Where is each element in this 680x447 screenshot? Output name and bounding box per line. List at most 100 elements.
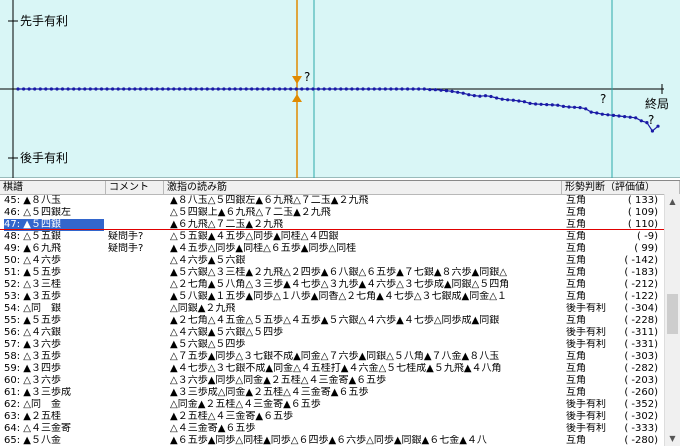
eval-point	[450, 89, 454, 93]
move-row[interactable]: 62: △同 金 △同金▲２五桂△４三金寄▲６五歩 後手有利 ( -352)	[0, 399, 664, 411]
move-row[interactable]: 48: △５五銀 疑問手? △５五銀▲４五歩△同歩▲同桂△４四銀 互角 ( -9)	[0, 231, 664, 243]
move-cell: 54: △同 銀	[4, 303, 61, 314]
eval-point	[177, 87, 181, 91]
eval-point	[478, 94, 482, 98]
vertical-scrollbar[interactable]: ▲ ▼	[664, 194, 680, 446]
score-cell: ( -311)	[624, 327, 658, 338]
eval-point	[266, 87, 270, 91]
col-header-reading[interactable]: 激指の読み筋	[164, 181, 562, 195]
score-cell: ( -203)	[624, 375, 658, 386]
eval-point	[116, 87, 120, 91]
eval-graph-canvas[interactable]: 先手有利 後手有利 終局 ? ? ?	[0, 0, 680, 178]
move-row[interactable]: 61: ▲３三歩成 ▲３三歩成△同金▲２五桂△４三金寄▲６五歩 互角 ( -260)	[0, 387, 664, 399]
eval-cell: 後手有利	[566, 303, 606, 314]
eval-point	[194, 87, 198, 91]
eval-points	[16, 87, 660, 133]
eval-point	[528, 101, 532, 105]
eval-point	[556, 103, 560, 107]
move-cell: 55: ▲５五歩	[4, 315, 61, 326]
col-header-comment[interactable]: コメント	[106, 181, 164, 195]
eval-point	[27, 87, 31, 91]
move-row[interactable]: 58: △３五歩 △７五歩▲同歩△３七銀不成▲同金△７六歩▲同銀△５八角▲７八金▲…	[0, 351, 664, 363]
eval-point	[211, 87, 215, 91]
move-cell: 57: ▲３六歩	[4, 339, 61, 350]
move-row[interactable]: 55: ▲５五歩 ▲２七角△４五金△５五歩△４五歩▲５六銀△４六歩▲４七歩△同歩成…	[0, 315, 664, 327]
move-row[interactable]: 54: △同 銀 △同銀▲２九飛 後手有利 ( -304)	[0, 303, 664, 315]
score-cell: ( 133)	[627, 195, 658, 206]
eval-cell: 互角	[566, 267, 586, 278]
eval-graph[interactable]: 先手有利 後手有利 終局 ? ? ?	[0, 0, 680, 178]
eval-point	[133, 87, 137, 91]
eval-point	[150, 87, 154, 91]
eval-point	[272, 87, 276, 91]
eval-point	[500, 97, 504, 101]
move-row[interactable]: 53: ▲３五歩 ▲５八銀▲１五歩▲同歩△１八歩▲同香△２七角▲４七歩△３七銀成▲…	[0, 291, 664, 303]
eval-point	[188, 87, 193, 91]
eval-cell: 互角	[566, 243, 586, 254]
move-cell: 56: △４六銀	[4, 327, 61, 338]
scroll-up-icon[interactable]: ▲	[665, 194, 680, 209]
eval-point	[138, 87, 142, 91]
score-cell: ( -260)	[624, 387, 658, 398]
score-cell: ( -9)	[637, 231, 658, 242]
reading-cell: △４六歩▲５六銀	[170, 255, 246, 266]
move-row[interactable]: 49: ▲６九飛 疑問手? ▲４五歩△同歩▲同桂△６五歩▲同歩△同桂 互角 ( 99)	[0, 243, 664, 255]
col-header-eval[interactable]: 形勢判断（評価値）	[562, 181, 680, 195]
move-row[interactable]: 50: △４六歩 △４六歩▲５六銀 互角 ( -142)	[0, 255, 664, 267]
eval-point	[550, 103, 554, 107]
eval-point	[222, 87, 226, 91]
eval-point	[422, 87, 426, 91]
eval-point	[255, 87, 259, 91]
move-row[interactable]: 51: ▲５五歩 ▲５六銀△３三桂▲２九飛△２四歩▲６八銀△６五歩▲７七銀▲８六歩…	[0, 267, 664, 279]
eval-point	[339, 87, 343, 91]
eval-point	[300, 87, 304, 91]
reading-cell: ▲８八玉△５四銀左▲６九飛△７二玉▲２九飛	[170, 195, 369, 206]
score-cell: ( -122)	[624, 291, 658, 302]
eval-point	[439, 88, 443, 92]
move-row[interactable]: 60: △３六歩 △３六歩▲同歩△同金▲２五桂△４三金寄▲６五歩 互角 ( -203)	[0, 375, 664, 387]
move-row[interactable]: 46: △５四銀左 △５四銀上▲６九飛△７二玉▲２九飛 互角 ( 109)	[0, 207, 664, 219]
eval-point	[66, 87, 70, 91]
scroll-thumb[interactable]	[667, 294, 678, 334]
eval-point	[417, 87, 421, 91]
eval-point	[444, 89, 449, 93]
reading-cell: ▲２五桂△４三金寄▲６五歩	[170, 411, 294, 422]
move-row[interactable]: 59: ▲３四歩 ▲４七歩△３七銀不成▲同金△４五桂打▲４六金△５七桂成▲５九飛▲…	[0, 363, 664, 375]
move-rows[interactable]: 45: ▲８八玉 ▲８八玉△５四銀左▲６九飛△７二玉▲２九飛 互角( 133) 46:…	[0, 195, 664, 447]
eval-point	[539, 102, 543, 106]
eval-point	[261, 87, 265, 91]
move-row[interactable]: 57: ▲３六歩 ▲５六銀△５四歩 後手有利 ( -331)	[0, 339, 664, 351]
eval-point	[372, 87, 376, 91]
eval-point	[183, 87, 187, 91]
move-row[interactable]: 64: △４三金寄 △４三金寄▲６五歩 後手有利 ( -333)	[0, 423, 664, 435]
eval-point	[400, 87, 404, 91]
move-list[interactable]: 棋譜 コメント 激指の読み筋 形勢判断（評価値） 45: ▲８八玉 ▲８八玉△５四…	[0, 180, 680, 446]
move-row[interactable]: 52: △３三桂 △２七角▲５八角△３三歩▲４七歩△３九歩▲４六歩△３七歩成▲同銀…	[0, 279, 664, 291]
eval-point	[428, 88, 432, 92]
score-cell: ( -183)	[624, 267, 658, 278]
eval-point	[83, 87, 87, 91]
eval-point	[617, 114, 621, 118]
cursor-arrow-down-icon	[292, 76, 302, 84]
eval-cell: 互角	[566, 435, 586, 446]
col-header-move[interactable]: 棋譜	[0, 181, 106, 195]
move-row[interactable]: 63: ▲２五桂 ▲２五桂△４三金寄▲６五歩 後手有利 ( -302)	[0, 411, 664, 423]
reading-cell: ▲５六銀△５四歩	[170, 339, 246, 350]
eval-cell: 互角	[566, 255, 586, 266]
eval-point	[72, 87, 76, 91]
move-row[interactable]: 56: △４六銀 △４六銀▲５六銀△５四歩 後手有利 ( -311)	[0, 327, 664, 339]
reading-cell: △４六銀▲５六銀△５四歩	[170, 327, 284, 338]
comment-cell: 疑問手?	[108, 243, 144, 254]
eval-point	[456, 90, 460, 94]
move-row[interactable]: 45: ▲８八玉 ▲８八玉△５四銀左▲６九飛△７二玉▲２九飛 互角 ( 133)	[0, 195, 664, 207]
move-row[interactable]: 65: ▲５八金 ▲６五歩▲同歩△同桂▲同歩△６四歩▲６六歩△同歩▲同銀▲６七金▲…	[0, 435, 664, 447]
eval-point	[623, 115, 627, 119]
scroll-down-icon[interactable]: ▼	[665, 431, 680, 446]
score-cell: ( -304)	[624, 303, 658, 314]
reading-cell: △３六歩▲同歩△同金▲２五桂△４三金寄▲６五歩	[170, 375, 387, 386]
eval-point	[461, 91, 465, 95]
eval-point	[283, 87, 287, 91]
eval-point	[584, 107, 588, 111]
cursor-arrow-up-icon	[292, 94, 302, 102]
score-cell: ( 99)	[634, 243, 658, 254]
